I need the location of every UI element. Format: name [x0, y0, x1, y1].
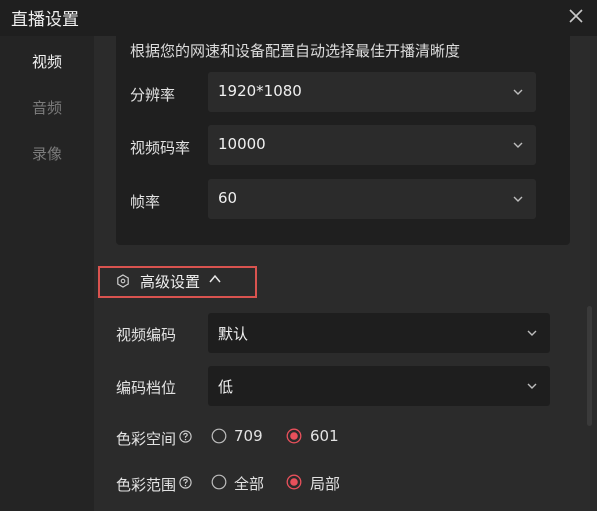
encode-level-value: 低: [218, 378, 234, 396]
help-circle-icon[interactable]: [179, 476, 192, 489]
video-codec-select[interactable]: 默认: [208, 313, 550, 353]
video-codec-label: 视频编码: [116, 326, 177, 344]
color-range-option-partial: 局部: [310, 475, 341, 493]
sidebar-item-label: 视频: [31, 52, 62, 71]
sidebar-item-audio[interactable]: 音频: [0, 85, 94, 129]
color-space-radio-709[interactable]: [211, 428, 227, 444]
resolution-label: 分辨率: [130, 86, 176, 104]
scrollbar-thumb[interactable]: [587, 306, 592, 426]
encode-level-label: 编码档位: [116, 379, 177, 397]
color-space-radio-601[interactable]: [286, 428, 302, 444]
encode-level-select[interactable]: 低: [208, 366, 550, 406]
sidebar-item-recording[interactable]: 录像: [0, 131, 94, 175]
chevron-down-icon: [513, 196, 523, 202]
resolution-select[interactable]: 1920*1080: [208, 72, 536, 112]
scrollbar[interactable]: [583, 36, 597, 511]
chevron-down-icon: [513, 142, 523, 148]
fps-value: 60: [218, 189, 238, 207]
bitrate-label: 视频码率: [130, 139, 191, 157]
color-range-label: 色彩范围: [116, 476, 177, 494]
chevron-down-icon: [527, 383, 537, 389]
close-icon: [569, 9, 583, 23]
sidebar-item-label: 音频: [31, 98, 62, 117]
bitrate-select[interactable]: 10000: [208, 125, 536, 165]
chevron-up-icon: [209, 274, 221, 283]
color-space-option-601: 601: [310, 427, 339, 445]
sidebar-item-label: 录像: [31, 144, 62, 163]
advanced-settings-title: 高级设置: [140, 273, 201, 291]
help-circle-icon[interactable]: [179, 430, 192, 443]
chevron-down-icon: [513, 89, 523, 95]
fps-select[interactable]: 60: [208, 179, 536, 219]
color-range-radio-full[interactable]: [211, 474, 227, 490]
sidebar: 视频 音频 录像: [0, 36, 94, 511]
auto-quality-description: 根据您的网速和设备配置自动选择最佳开播清晰度: [130, 42, 461, 60]
resolution-value: 1920*1080: [218, 82, 302, 100]
window-title: 直播设置: [11, 10, 79, 30]
color-space-option-709: 709: [234, 427, 263, 445]
fps-label: 帧率: [130, 193, 161, 211]
chevron-down-icon: [527, 330, 537, 336]
color-range-option-full: 全部: [234, 475, 265, 493]
title-bar: 直播设置: [0, 0, 597, 36]
advanced-settings-toggle[interactable]: 高级设置: [98, 266, 257, 298]
video-codec-value: 默认: [218, 325, 249, 343]
color-space-label: 色彩空间: [116, 430, 177, 448]
hexagon-settings-icon: [117, 274, 129, 288]
color-range-radio-partial[interactable]: [286, 474, 302, 490]
sidebar-item-video[interactable]: 视频: [0, 39, 94, 83]
bitrate-value: 10000: [218, 135, 266, 153]
close-button[interactable]: [563, 3, 589, 29]
